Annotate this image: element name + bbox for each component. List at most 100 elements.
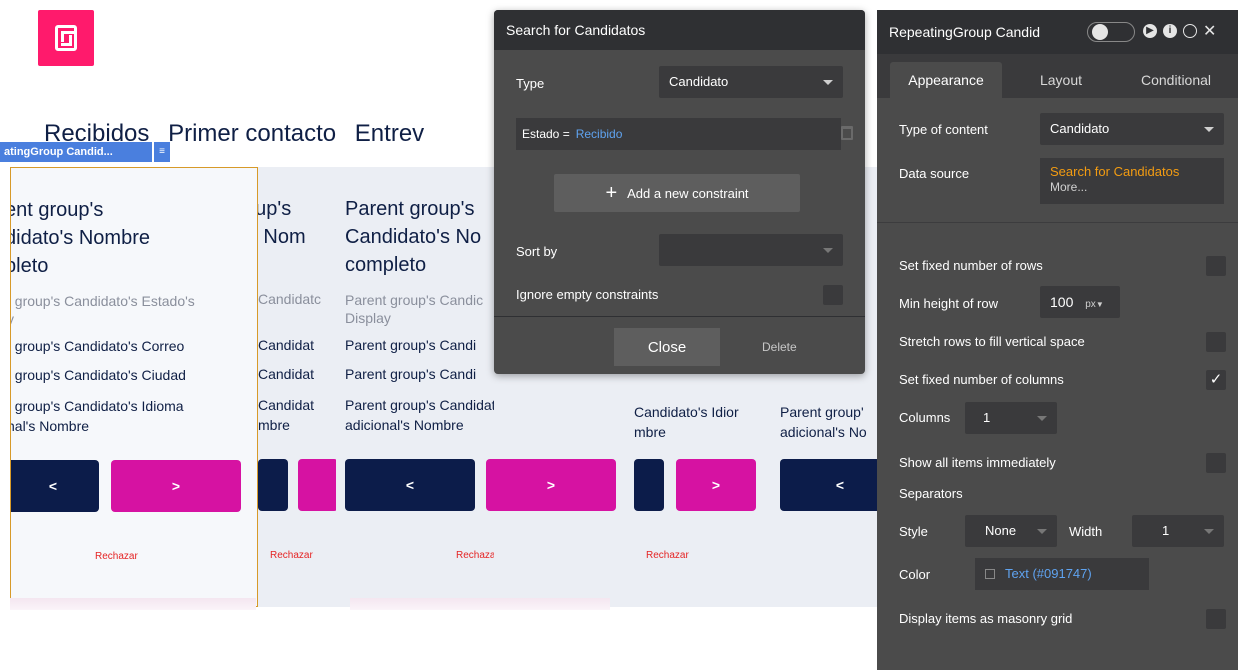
comment-icon[interactable] [1183,24,1197,38]
columns-select[interactable]: 1 [965,402,1057,434]
element-name-field[interactable]: RepeatingGroup Candid [889,10,1087,54]
close-button[interactable]: Close [614,328,720,366]
style-label: Style [899,524,928,539]
prev-button[interactable] [634,459,664,511]
add-constraint-button[interactable]: + Add a new constraint [554,174,800,212]
min-height-input[interactable]: 100 px▼ [1040,286,1120,318]
ignore-empty-checkbox[interactable] [823,285,843,305]
type-label: Type [516,76,545,91]
cell-candidate-idioma: Parent group' adicional's No [780,404,867,440]
fixed-columns-label: Set fixed number of columns [899,372,1064,387]
next-button[interactable]: > [676,459,756,511]
reject-button[interactable]: Rechazar [456,550,494,561]
preview-toggle[interactable] [1087,22,1135,42]
tab-layout[interactable]: Layout [1013,62,1109,98]
editor-root: Recibidos Primer contacto Entrev ent gro… [0,0,1238,670]
selected-element-badge[interactable]: atingGroup Candid... [0,142,152,162]
logo-mark-icon [55,25,77,51]
trash-icon[interactable] [841,126,853,140]
cell-candidate-idioma: Candidato's Idior mbre [634,404,739,440]
cell-candidate-correo: Candidat [258,337,315,353]
type-select[interactable]: Candidato [659,66,843,98]
repeating-group-cell-continued: > [494,374,634,607]
type-of-content-select[interactable]: Candidato [1040,113,1224,145]
cell-candidate-idioma: t group's Candidato's Idioma nal's Nombr… [11,398,184,434]
cell-candidate-ciudad: Candidat [258,366,315,382]
width-label: Width [1069,524,1103,539]
info-icon[interactable]: i [1163,24,1177,38]
masonry-label: Display items as masonry grid [899,611,1073,626]
section-divider [877,222,1238,223]
plus-icon: + [605,182,618,204]
constraint-value[interactable]: Recibido [576,127,623,141]
separator-width-value: 1 [1162,523,1170,538]
add-constraint-label: Add a new constraint [627,185,749,201]
type-select-value: Candidato [669,74,729,89]
separator-color-value: Text (#091747) [1005,566,1092,581]
prev-button[interactable]: < [345,459,475,511]
min-height-label: Min height of row [899,296,998,311]
next-button[interactable]: > [111,460,241,512]
fixed-columns-checkbox[interactable]: ✓ [1206,370,1226,390]
cell-candidate-idioma: Parent group's Candidato's Idioma adicio… [345,397,494,433]
chevron-down-icon [1204,529,1214,534]
separator-width-select[interactable]: 1 [1132,515,1224,547]
tab-conditional[interactable]: Conditional [1123,62,1229,98]
cell-candidate-name: oup's 's Nom [258,198,306,248]
prev-button[interactable] [258,459,288,511]
next-button[interactable]: > [486,459,494,511]
unit-dropdown-icon[interactable]: ▼ [1096,300,1104,309]
tab-primer-contacto[interactable]: Primer contacto [168,120,336,147]
stretch-rows-checkbox[interactable] [1206,332,1226,352]
cell-candidate-name: Parent group's Candidato's No completo [345,198,482,276]
reject-button[interactable]: Rechazar [270,550,313,561]
separator-style-select[interactable]: None [965,515,1057,547]
database-icon[interactable]: ≡ [154,142,170,162]
cell-candidate-correo: Parent group's Candi [345,337,477,353]
min-height-unit[interactable]: px [1085,299,1096,310]
cell-bottom-shadow [350,598,610,610]
columns-label: Columns [899,410,951,425]
constraint-key: Estado = [522,127,570,141]
data-source-more[interactable]: More... [1050,180,1224,194]
prev-button[interactable]: < [11,460,99,512]
prev-button[interactable]: < [780,459,877,511]
masonry-checkbox[interactable] [1206,609,1226,629]
separator-color-picker[interactable]: Text (#091747) [975,558,1149,590]
tab-appearance[interactable]: Appearance [890,62,1002,98]
repeating-group-cell: oup's 's Nom Candidatc Candidat Candidat… [258,167,336,607]
show-all-checkbox[interactable] [1206,453,1226,473]
min-height-value: 100 [1050,294,1074,310]
ignore-empty-label: Ignore empty constraints [516,287,659,302]
type-of-content-value: Candidato [1050,121,1110,136]
app-logo [38,10,94,66]
reject-button[interactable]: Rechazar [646,550,689,561]
data-source-value[interactable]: Search for Candidatos [1050,164,1179,179]
repeating-group-cell-selected[interactable]: ent group's didato's Nombre pleto t grou… [10,167,258,607]
separators-label: Separators [899,486,963,501]
search-editor-panel: Search for Candidatos Type Candidato Est… [494,10,865,374]
property-tabs: Appearance Layout Conditional [877,54,1238,98]
type-of-content-label: Type of content [899,122,988,137]
play-icon[interactable]: ▶ [1143,24,1157,38]
repeating-group-cell: Parent group' adicional's No < [778,374,877,607]
chevron-down-icon [1204,127,1214,132]
chevron-down-icon [1037,529,1047,534]
sort-by-select[interactable] [659,234,843,266]
fixed-rows-checkbox[interactable] [1206,256,1226,276]
next-button[interactable] [298,459,336,511]
show-all-label: Show all items immediately [899,455,1056,470]
data-source-field[interactable]: Search for Candidatos More... [1040,158,1224,204]
tab-entrevista[interactable]: Entrev [355,120,424,147]
search-panel-title: Search for Candidatos [494,10,865,50]
color-swatch-icon [985,569,995,579]
cell-candidate-correo: t group's Candidato's Correo [10,338,185,354]
cell-candidate-ciudad: t group's Candidato's Ciudad [10,367,186,383]
close-icon[interactable]: ✕ [1203,10,1216,54]
reject-button[interactable]: Rechazar [95,551,138,562]
stretch-rows-label: Stretch rows to fill vertical space [899,334,1085,349]
columns-value: 1 [983,410,991,425]
delete-button[interactable]: Delete [762,340,797,354]
constraint-row[interactable]: Estado = Recibido [516,118,841,150]
next-button[interactable]: > [494,459,616,511]
